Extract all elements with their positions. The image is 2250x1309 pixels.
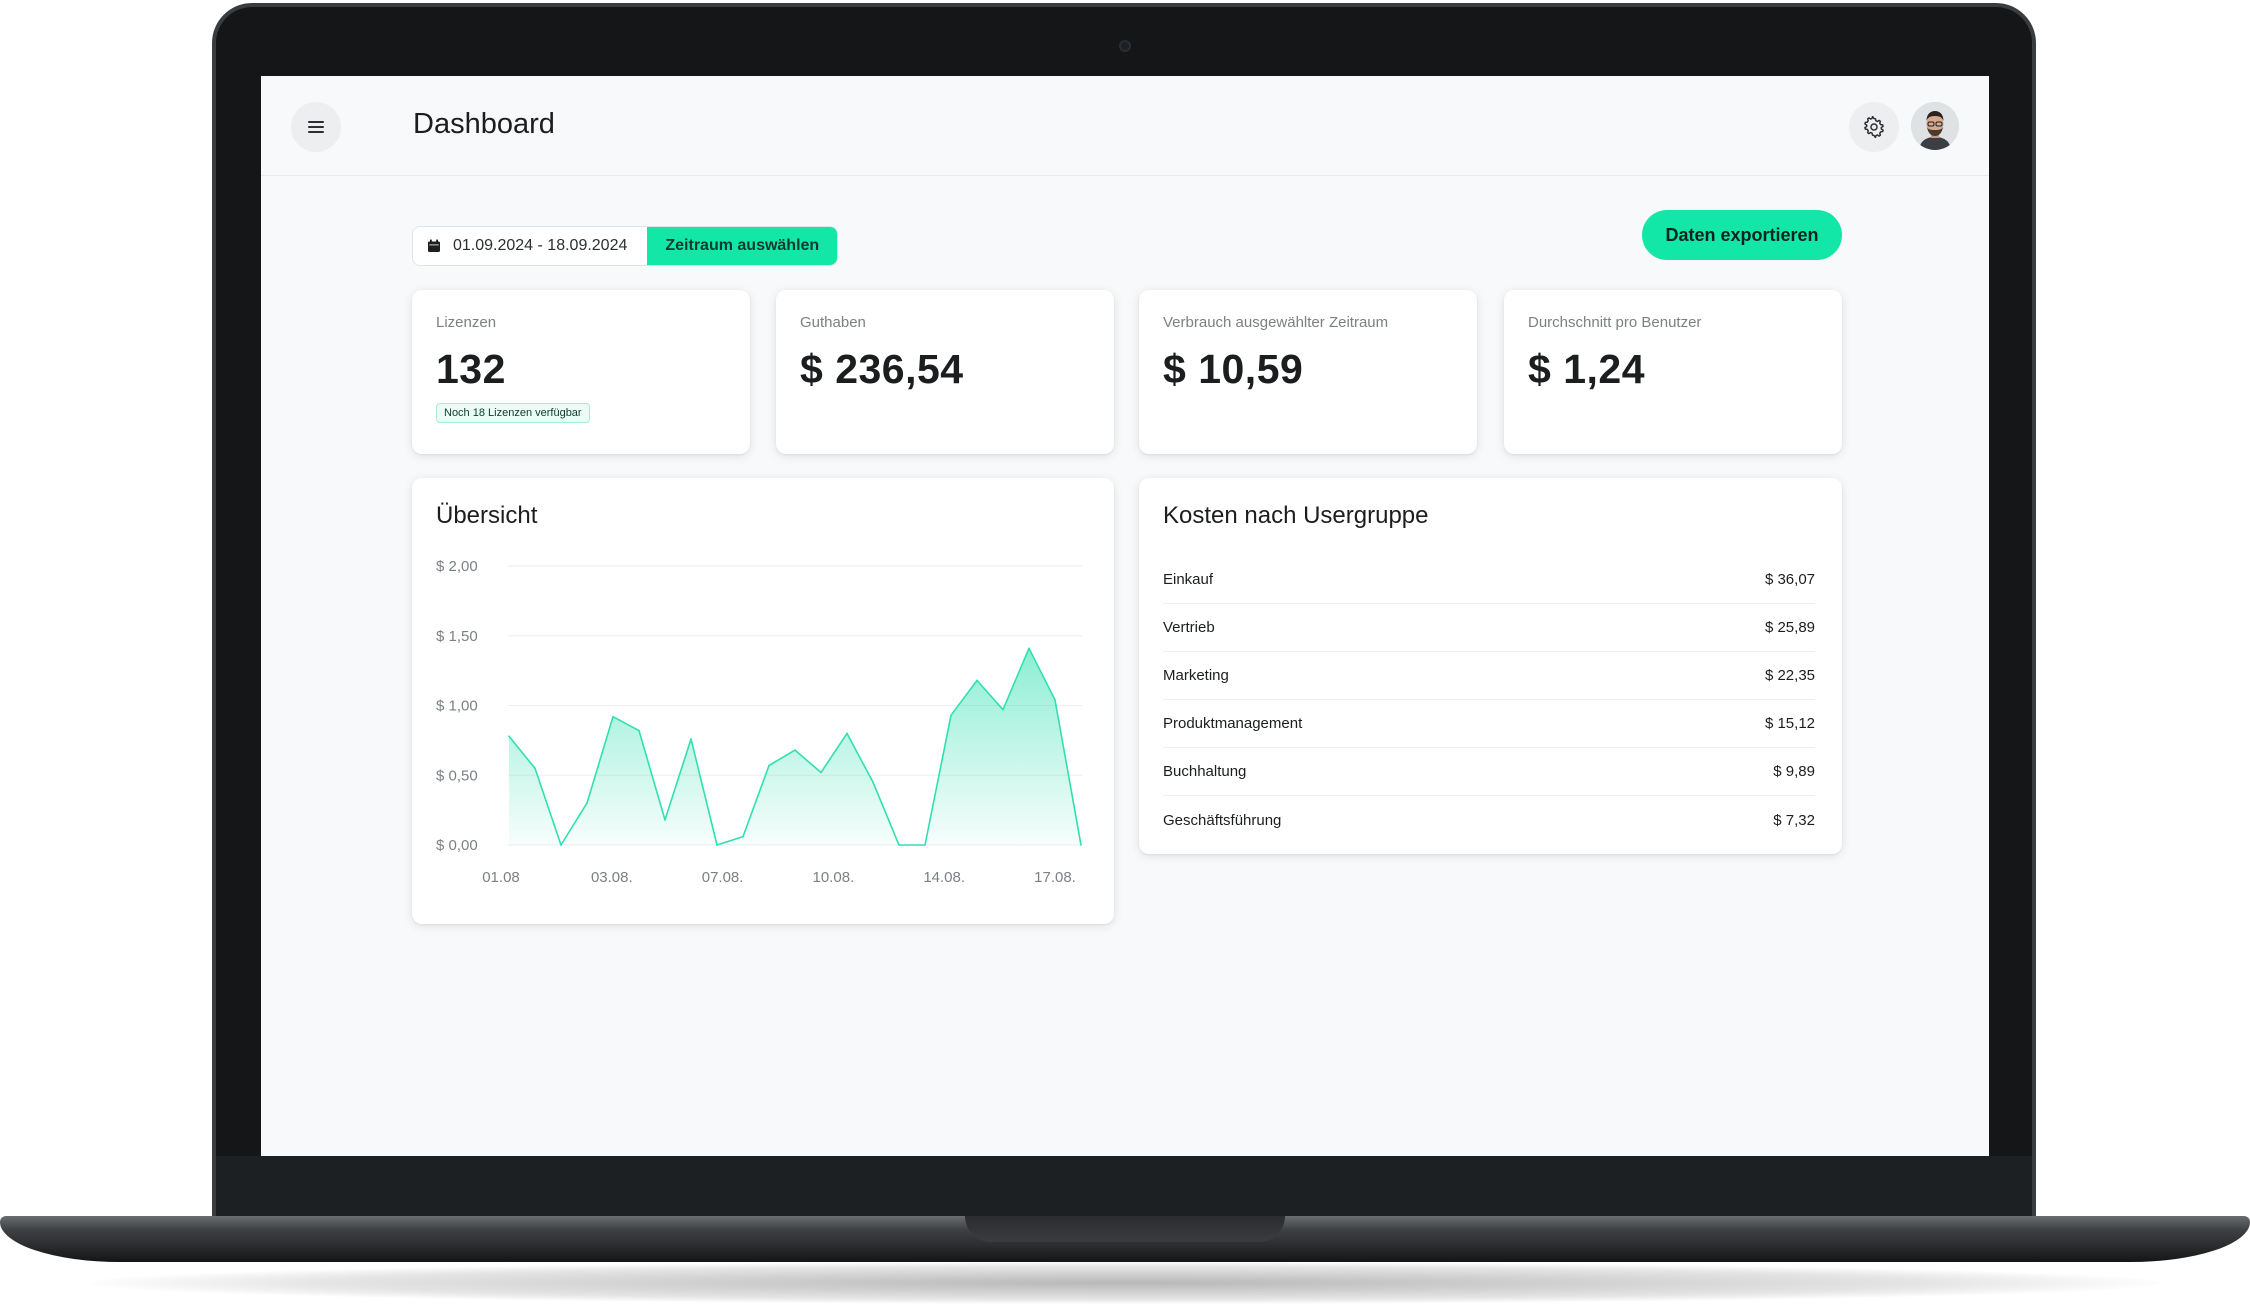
data-point	[924, 844, 926, 846]
date-range-picker[interactable]: 01.09.2024 - 18.09.2024 Zeitraum auswähl…	[412, 226, 839, 266]
usergroup-amount: $ 9,89	[1773, 763, 1815, 780]
laptop-shadow	[90, 1262, 2160, 1304]
select-period-button[interactable]: Zeitraum auswählen	[647, 227, 838, 265]
data-point	[768, 764, 770, 767]
data-point	[612, 715, 614, 718]
usergroup-amount: $ 22,35	[1764, 667, 1815, 684]
data-point	[820, 771, 822, 774]
camera-icon	[1119, 40, 1131, 52]
x-tick-label: 14.08.	[923, 869, 965, 886]
overview-card: Übersicht $ 2,00 $ 1,50 $ 1,00 $ 0,50 $ 0,00…	[412, 478, 1114, 924]
usergroup-name: Einkauf	[1163, 571, 1214, 588]
usergroup-name: Buchhaltung	[1163, 763, 1247, 780]
stat-card-balance: Guthaben $ 236,54	[776, 290, 1114, 454]
stat-value: $ 10,59	[1163, 346, 1304, 392]
data-point	[1080, 844, 1082, 846]
series-area	[509, 648, 1081, 845]
calendar-icon	[428, 239, 440, 252]
app-screen: Dashboard 01.09.2024 - 18.09.2024 Zeitra…	[261, 76, 1989, 1156]
settings-button[interactable]	[1849, 102, 1899, 152]
x-tick-label: 10.08.	[813, 869, 855, 886]
data-point	[690, 738, 692, 740]
usergroup-amount: $ 36,07	[1764, 571, 1815, 588]
y-tick-label: $ 1,00	[436, 698, 478, 715]
data-point	[872, 781, 874, 784]
data-point	[560, 844, 562, 846]
y-tick-label: $ 0,00	[436, 837, 478, 854]
stat-label: Verbrauch ausgewählter Zeitraum	[1163, 314, 1389, 331]
usergroup-name: Produktmanagement	[1163, 715, 1303, 732]
page-title: Dashboard	[413, 108, 555, 140]
data-point	[1028, 647, 1030, 650]
stat-card-average-per-user: Durchschnitt pro Benutzer $ 1,24	[1504, 290, 1842, 454]
export-data-button[interactable]: Daten exportieren	[1642, 210, 1842, 260]
data-point	[976, 679, 978, 682]
stat-value: $ 1,24	[1528, 346, 1645, 392]
usergroup-amount: $ 7,32	[1773, 811, 1815, 829]
data-point	[1054, 699, 1056, 701]
data-point	[846, 732, 848, 735]
menu-icon	[308, 121, 324, 133]
table-row: Geschäftsführung $ 7,32	[1163, 796, 1815, 844]
costs-title: Kosten nach Usergruppe	[1163, 502, 1429, 529]
gear-icon	[1864, 116, 1884, 138]
y-tick-label: $ 1,50	[436, 628, 478, 645]
data-point	[586, 802, 588, 804]
stat-label: Guthaben	[800, 314, 866, 331]
data-point	[534, 767, 536, 770]
data-point	[716, 844, 718, 846]
table-row: Marketing $ 22,35	[1163, 652, 1815, 700]
table-row: Buchhaltung $ 9,89	[1163, 748, 1815, 796]
license-availability-badge: Noch 18 Lizenzen verfügbar	[436, 403, 590, 423]
x-tick-label: 01.08	[482, 869, 520, 886]
data-point	[1002, 708, 1004, 711]
stat-value: 132	[436, 346, 506, 392]
costs-by-usergroup-card: Kosten nach Usergruppe Einkauf $ 36,07 V…	[1139, 478, 1842, 854]
table-row: Produktmanagement $ 15,12	[1163, 700, 1815, 748]
data-point	[794, 749, 796, 751]
laptop-notch	[965, 1216, 1285, 1242]
date-range-field[interactable]: 01.09.2024 - 18.09.2024	[413, 227, 647, 265]
stat-value: $ 236,54	[800, 346, 964, 392]
top-bar: Dashboard	[261, 76, 1989, 176]
avatar[interactable]	[1911, 102, 1959, 150]
date-range-value: 01.09.2024 - 18.09.2024	[453, 237, 628, 254]
data-point	[950, 714, 952, 717]
x-tick-label: 07.08.	[702, 869, 744, 886]
data-point	[508, 735, 510, 737]
data-point	[664, 819, 666, 821]
overview-chart: $ 2,00 $ 1,50 $ 1,00 $ 0,50 $ 0,0001.08 03.08…	[436, 558, 1082, 886]
costs-table: Einkauf $ 36,07 Vertrieb $ 25,89 Marketi…	[1163, 556, 1815, 844]
usergroup-name: Geschäftsführung	[1163, 811, 1282, 829]
data-point	[638, 729, 640, 732]
menu-button[interactable]	[291, 102, 341, 152]
y-tick-label: $ 0,50	[436, 767, 478, 784]
laptop-bezel-bottom	[216, 1156, 2032, 1218]
data-point	[898, 844, 900, 846]
usergroup-name: Vertrieb	[1163, 619, 1215, 636]
stat-label: Lizenzen	[436, 314, 497, 331]
usergroup-amount: $ 15,12	[1764, 715, 1815, 732]
table-row: Einkauf $ 36,07	[1163, 556, 1815, 604]
data-point	[742, 835, 744, 838]
stat-card-licenses: Lizenzen 132 Noch 18 Lizenzen verfügbar	[412, 290, 750, 454]
stat-card-period-usage: Verbrauch ausgewählter Zeitraum $ 10,59	[1139, 290, 1477, 454]
x-tick-label: 03.08.	[591, 869, 633, 886]
usergroup-name: Marketing	[1163, 667, 1229, 684]
user-avatar-icon	[1911, 102, 1959, 150]
x-tick-label: 17.08.	[1034, 869, 1076, 886]
y-tick-label: $ 2,00	[436, 558, 478, 575]
stat-label: Durchschnitt pro Benutzer	[1528, 314, 1702, 331]
table-row: Vertrieb $ 25,89	[1163, 604, 1815, 652]
usergroup-amount: $ 25,89	[1764, 619, 1815, 636]
